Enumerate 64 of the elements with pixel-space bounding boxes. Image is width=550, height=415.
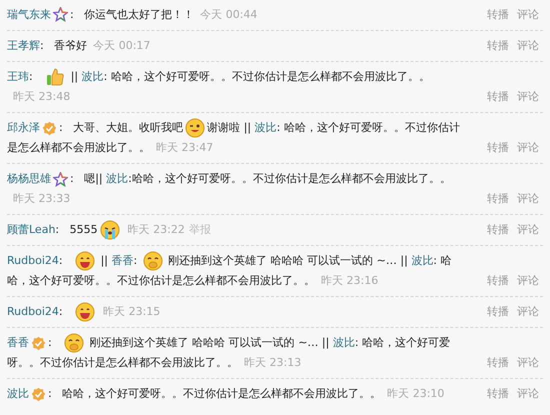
action-link[interactable]: 转播 [487,271,509,292]
author-link[interactable]: Rudboi24 [7,305,59,318]
comment-text: 王玮: || 波比: 哈哈，这个好可爱呀。。不过你估计是怎么样都不会用波比了。。 昨天 23:48 [7,67,473,108]
author-link[interactable]: 王玮 [7,70,29,84]
comment-text: 香香 : 刚还抽到这个英雄了 哈哈哈 可以试一试的 ~… || 波比: 哈哈，这个好可爱呀。。不过你估计是怎么样都不会用波比了。。 昨天 23:13 [7,333,473,374]
timestamp: 昨天 23:13 [244,356,302,370]
mention-link[interactable]: 波比 [332,336,355,350]
action-link[interactable]: 转播 [487,87,509,108]
action-link[interactable]: 转播 [487,220,509,240]
comment-text: 杨杨思雄 : 嗯|| 波比:哈哈，这个好可爱呀。。不过你估计是怎么样都不会用波比了。。 昨天 23:33 [7,170,452,208]
action-link[interactable]: 评论 [517,5,539,25]
timestamp: 今天 00:17 [93,39,150,52]
action-link[interactable]: 评论 [517,302,539,322]
author-link[interactable]: 杨杨思雄 [7,172,51,186]
action-link[interactable]: 评论 [517,353,539,374]
mention-link[interactable]: 波比 [411,254,434,268]
action-link[interactable]: 评论 [517,271,539,292]
action-link[interactable]: 转播 [487,353,509,374]
action-link[interactable]: 评论 [517,384,539,404]
timestamp: 今天 00:44 [200,8,258,21]
grinning-emoji-icon [75,251,96,272]
giggling-emoji-icon [142,251,163,272]
action-link[interactable]: 评论 [517,138,539,158]
timestamp: 昨天 23:15 [103,305,160,318]
author-link[interactable]: 顾蕾Leah [7,223,56,236]
comment-text: 王孝辉: 香爷好 今天 00:17 [7,38,152,54]
action-link[interactable]: 转播 [487,302,509,322]
comment-text: Rudboi24: 昨天 23:15 [7,302,473,322]
mention-link[interactable]: 波比 [254,121,277,134]
author-link[interactable]: 邱永泽 [7,121,40,134]
action-link[interactable]: 评论 [517,220,539,240]
comment-text: 波比 : 哈哈，这个好可爱呀。。不过你估计是怎么样都不会用波比了。。 昨天 23:10 [7,386,446,404]
timestamp: 昨天 23:16 [321,274,378,288]
report-link[interactable]: 举报 [188,223,211,236]
comment-text: 邱永泽 : 大哥、大姐。收听我吧 谢谢啦 || 波比: 哈哈，这个好可爱呀。。不过你估计是怎么样都不会用波比了。。 昨天 23:47 [7,118,473,158]
mention-link[interactable]: 波比 [82,70,104,84]
action-link[interactable]: 评论 [517,189,539,210]
mention-link[interactable]: 香香 [111,254,134,268]
action-link[interactable]: 转播 [487,5,509,25]
action-link[interactable]: 评论 [517,87,539,108]
author-link[interactable]: 波比 [7,387,29,400]
timestamp: 昨天 23:47 [156,141,214,154]
action-link[interactable]: 评论 [517,36,539,56]
action-link[interactable]: 转播 [487,384,509,404]
thumbs-up-icon [45,67,66,87]
mention-link[interactable]: 波比 [106,172,128,186]
timestamp: 昨天 23:33 [13,192,70,206]
timestamp: 昨天 23:10 [387,387,444,400]
author-link[interactable]: 瑞气东来 [7,8,51,21]
action-link[interactable]: 转播 [487,138,509,158]
crying-emoji-icon [100,220,120,240]
author-link[interactable]: 香香 [7,336,29,350]
grinning-emoji-icon [75,302,96,322]
giggling-emoji-icon [64,333,84,354]
wink-emoji-icon [185,118,206,138]
comment-text: 瑞气东来 : 你运气也太好了把！！ 今天 00:44 [7,6,258,24]
author-link[interactable]: 王孝辉 [7,39,40,52]
timestamp: 昨天 23:48 [13,90,70,104]
action-link[interactable]: 转播 [487,36,509,56]
timestamp: 昨天 23:22 [128,223,185,236]
author-link[interactable]: Rudboi24 [7,254,59,268]
action-link[interactable]: 转播 [487,189,509,210]
comment-text: Rudboi24: || 香香: 刚还抽到这个英雄了 哈哈哈 可以试一试的 ~… || 波比: 哈哈，这个好可爱呀。。不过你估计是怎么样都不会用波比了。。 昨天 23:16 [7,251,473,292]
comment-text: 顾蕾Leah: 5555 昨天 23:22 举报 [7,220,473,240]
